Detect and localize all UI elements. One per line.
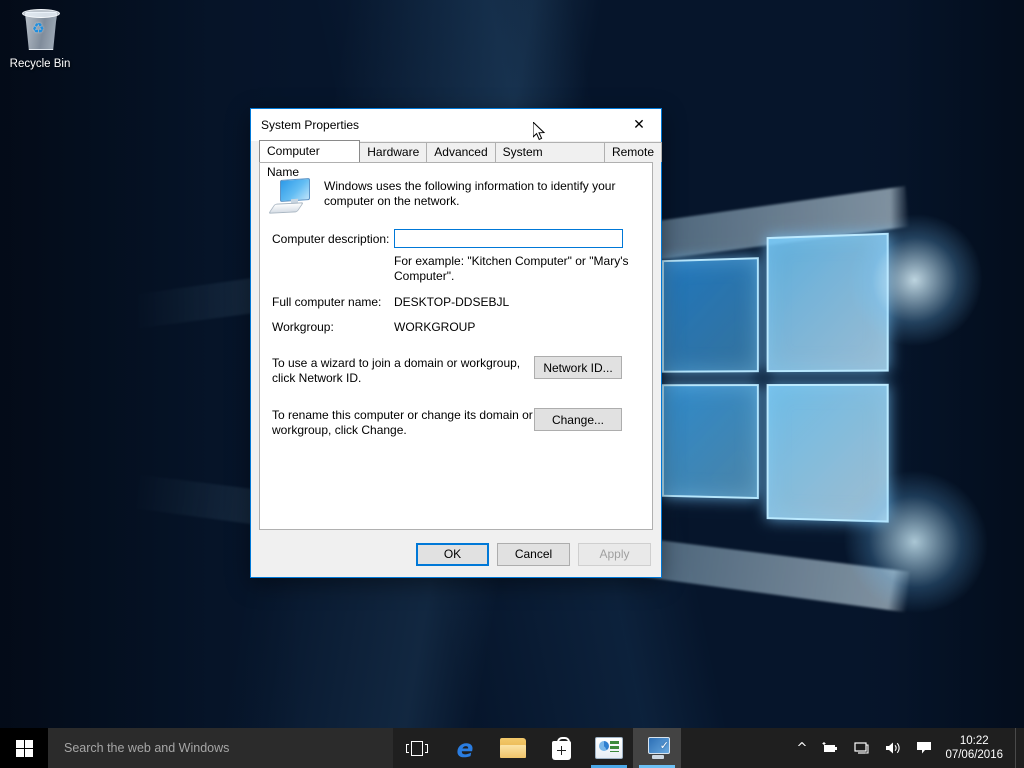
start-logo-glyph — [15, 739, 33, 757]
clock-date: 07/06/2016 — [945, 749, 1003, 761]
system-tray: ^ 10:22 07/06/2016 — [790, 728, 1024, 768]
close-icon[interactable]: ✕ — [617, 109, 661, 140]
task-view-glyph — [406, 740, 428, 756]
logo-pane-top-left — [662, 257, 759, 373]
tab-remote[interactable]: Remote — [603, 142, 662, 162]
microsoft-store-icon[interactable] — [537, 728, 585, 768]
speech-bubble-glyph — [917, 742, 932, 754]
computer-name-tab-panel: Windows uses the following information t… — [259, 162, 653, 530]
store-mark-4 — [561, 750, 566, 755]
recycle-bin-rim — [22, 9, 60, 18]
clock[interactable]: 10:22 07/06/2016 — [939, 728, 1015, 768]
store-mark-2 — [561, 745, 566, 750]
file-explorer-icon[interactable] — [489, 728, 537, 768]
logo-pane-bottom-left — [662, 384, 759, 500]
speaker-glyph — [886, 742, 900, 754]
dialog-title: System Properties — [261, 118, 360, 132]
start-tile-3 — [15, 748, 24, 757]
workgroup-row: Workgroup: WORKGROUP — [272, 320, 640, 334]
workgroup-value: WORKGROUP — [394, 320, 476, 334]
keyboard-shape — [268, 202, 304, 214]
network-icon[interactable] — [846, 728, 877, 768]
show-desktop-button[interactable] — [1015, 728, 1022, 768]
task-view-center — [411, 740, 423, 756]
store-mark-3 — [556, 750, 561, 755]
logo-glow-bottom — [842, 468, 989, 618]
full-computer-name-value: DESKTOP-DDSEBJL — [394, 295, 510, 309]
network-id-button[interactable]: Network ID... — [534, 356, 622, 379]
desktop[interactable]: ♻ Recycle Bin System Properties ✕ Comput… — [0, 0, 1024, 768]
task-view-right — [425, 743, 428, 753]
system-properties-icon[interactable]: ✓ — [633, 728, 681, 768]
change-section: To rename this computer or change its do… — [272, 408, 640, 438]
check-badge-icon: ✓ — [659, 739, 669, 752]
computer-description-input[interactable] — [394, 229, 623, 248]
system-properties-dialog[interactable]: System Properties ✕ Computer Name Hardwa… — [250, 108, 662, 578]
workgroup-label: Workgroup: — [272, 320, 334, 334]
change-button[interactable]: Change... — [534, 408, 622, 431]
computer-description-hint: For example: "Kitchen Computer" or "Mary… — [394, 254, 629, 283]
dialog-titlebar[interactable]: System Properties ✕ — [251, 109, 661, 141]
system-properties-base — [652, 755, 664, 759]
start-tile-4 — [24, 748, 33, 757]
network-id-section: To use a wizard to join a domain or work… — [272, 356, 640, 386]
control-panel-pie — [599, 741, 609, 751]
apply-button[interactable]: Apply — [578, 542, 651, 566]
system-properties-glyph: ✓ — [644, 737, 670, 759]
store-window-mark — [556, 745, 566, 755]
intro-text: Windows uses the following information t… — [324, 179, 616, 208]
windows-logo-graphic — [134, 186, 989, 618]
task-view-left — [406, 743, 409, 753]
cancel-button[interactable]: Cancel — [497, 542, 570, 566]
search-placeholder-text: Search the web and Windows — [64, 741, 230, 755]
control-panel-bars — [610, 741, 619, 752]
taskbar[interactable]: Search the web and Windows e ✓ ^ 10:22 0… — [0, 728, 1024, 768]
tab-advanced[interactable]: Advanced — [426, 142, 496, 162]
battery-glyph — [822, 742, 838, 752]
start-tile-2 — [24, 739, 33, 748]
start-tile-1 — [15, 739, 24, 748]
show-hidden-icons-chevron-icon[interactable]: ^ — [790, 728, 815, 768]
tab-system-protection[interactable]: System Protection — [494, 142, 605, 178]
control-panel-icon[interactable] — [585, 728, 633, 768]
network-id-description: To use a wizard to join a domain or work… — [272, 356, 521, 385]
clock-time: 10:22 — [959, 735, 989, 747]
taskbar-app-icons: e ✓ — [393, 728, 681, 768]
volume-icon[interactable] — [877, 728, 909, 768]
dialog-tabstrip[interactable]: Computer Name Hardware Advanced System P… — [251, 140, 662, 179]
tab-computer-name[interactable]: Computer Name — [259, 140, 361, 179]
windows-start-icon[interactable] — [0, 728, 48, 768]
task-view-icon[interactable] — [393, 728, 441, 768]
change-description: To rename this computer or change its do… — [272, 408, 533, 437]
computer-monitor-icon — [268, 177, 310, 214]
recycle-arrows-icon: ♻ — [32, 20, 45, 36]
desktop-icon-recycle-bin[interactable]: ♻ Recycle Bin — [6, 8, 74, 72]
power-battery-icon[interactable] — [814, 728, 846, 768]
intro-section: Windows uses the following information t… — [268, 177, 640, 214]
recycle-bin-icon: ♻ — [6, 8, 74, 56]
folder-front — [500, 745, 526, 758]
tab-hardware[interactable]: Hardware — [359, 142, 428, 162]
microsoft-edge-icon[interactable]: e — [441, 728, 489, 768]
logo-glow-top — [847, 210, 984, 348]
network-glyph — [854, 742, 869, 754]
recycle-bin-label: Recycle Bin — [9, 58, 71, 70]
full-computer-name-row: Full computer name: DESKTOP-DDSEBJL — [272, 295, 640, 309]
control-panel-glyph — [595, 737, 623, 759]
full-computer-name-label: Full computer name: — [272, 295, 382, 309]
computer-description-label: Computer description: — [272, 231, 390, 246]
action-center-icon[interactable] — [909, 728, 939, 768]
ok-button[interactable]: OK — [416, 542, 489, 566]
folder-glyph — [500, 738, 526, 758]
edge-glyph: e — [456, 733, 474, 763]
store-mark-1 — [556, 745, 561, 750]
search-input[interactable]: Search the web and Windows — [48, 728, 393, 768]
store-glyph — [551, 736, 571, 760]
dialog-footer: OK Cancel Apply — [251, 531, 661, 577]
computer-description-row: Computer description: — [272, 229, 640, 248]
